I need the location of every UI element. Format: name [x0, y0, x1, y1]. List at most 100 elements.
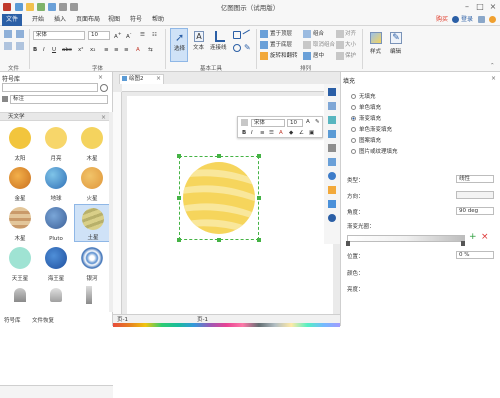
resize-handle[interactable]: [257, 154, 261, 158]
fill-option-pattern[interactable]: 图案填充: [351, 138, 381, 145]
shadow-panel-icon[interactable]: [328, 116, 336, 124]
pen-icon[interactable]: ✎: [244, 44, 252, 52]
login-link[interactable]: 登录: [461, 15, 473, 25]
menu-home[interactable]: 开始: [28, 14, 48, 26]
tab-symbol-library[interactable]: 符号库: [4, 316, 21, 324]
menu-page-layout[interactable]: 页面布局: [72, 14, 104, 26]
symbol-venus[interactable]: 金星: [2, 164, 38, 202]
resize-handle[interactable]: [177, 154, 181, 158]
symbol-earth[interactable]: 地球: [38, 164, 74, 202]
bullets-icon[interactable]: ☰: [140, 31, 145, 39]
float-italic-icon[interactable]: I: [251, 129, 253, 137]
float-grow-font-icon[interactable]: A: [306, 118, 310, 126]
library-header[interactable]: 天文学: [0, 112, 113, 121]
symbol-uranus[interactable]: 天王星: [2, 244, 38, 282]
menu-file[interactable]: 文件: [2, 14, 23, 26]
text-tool-button[interactable]: A 文本: [190, 28, 208, 62]
open-icon[interactable]: [26, 3, 34, 11]
rotate-flip-button[interactable]: 旋转和翻转: [270, 52, 298, 60]
symbol-galaxy[interactable]: 银河: [74, 244, 110, 282]
numbering-icon[interactable]: ☷: [152, 31, 157, 39]
float-style-icon[interactable]: ▣: [309, 129, 314, 137]
symbol-pluto[interactable]: Pluto: [38, 204, 74, 242]
float-font-color-icon[interactable]: A: [279, 129, 283, 137]
help-panel-icon[interactable]: [328, 214, 336, 222]
gradient-stop-handle[interactable]: [346, 241, 350, 246]
style-button[interactable]: 样式: [366, 28, 386, 62]
save-icon[interactable]: [37, 3, 45, 11]
direction-select[interactable]: [456, 191, 494, 199]
menu-help[interactable]: 帮助: [148, 14, 168, 26]
symbol-saturn[interactable]: 土星: [74, 204, 110, 242]
color-palette[interactable]: [113, 323, 340, 327]
format-painter-icon[interactable]: [241, 119, 248, 126]
ungroup-button[interactable]: 取消组合: [313, 41, 335, 49]
library-menu-icon[interactable]: [2, 96, 8, 102]
maximize-icon[interactable]: □: [475, 2, 485, 12]
rocket-icon[interactable]: [14, 288, 26, 302]
planet-shape[interactable]: [181, 158, 257, 238]
symbol-sun[interactable]: 太阳: [2, 124, 38, 162]
fill-option-image[interactable]: 图片或纹理填充: [351, 149, 398, 156]
symbol-search-input[interactable]: [2, 83, 98, 92]
symbol-mars[interactable]: 火星: [74, 164, 110, 202]
bold-icon[interactable]: B: [33, 46, 37, 54]
library-close-icon[interactable]: ×: [101, 114, 106, 121]
new-icon[interactable]: [15, 3, 23, 11]
undo-icon[interactable]: [59, 3, 67, 11]
ellipse-icon[interactable]: [233, 44, 241, 52]
float-fill-icon[interactable]: ◆: [289, 129, 293, 137]
line-icon[interactable]: [242, 29, 254, 41]
float-line-icon[interactable]: ∠: [299, 129, 304, 137]
line-panel-icon[interactable]: [328, 102, 336, 110]
float-align-icon[interactable]: ≡: [260, 129, 265, 137]
share-icon[interactable]: [478, 16, 485, 23]
satellite-icon[interactable]: [50, 288, 62, 302]
edit-button[interactable]: ✎ 编辑: [386, 28, 406, 62]
group-button[interactable]: 组合: [313, 30, 324, 38]
select-tool-button[interactable]: ➚ 选择: [170, 28, 188, 62]
symbol-jupiter[interactable]: 木星: [74, 124, 110, 162]
resize-handle[interactable]: [217, 154, 221, 158]
align-left-icon[interactable]: ≡: [104, 46, 109, 54]
new-doc-icon[interactable]: [4, 30, 12, 38]
font-color-icon[interactable]: A: [136, 46, 140, 54]
fill-panel-icon[interactable]: [328, 88, 336, 96]
align-center-icon[interactable]: ≡: [114, 46, 119, 54]
subscript-icon[interactable]: x₂: [90, 46, 95, 54]
shrink-font-icon[interactable]: A-: [126, 31, 131, 41]
fill-option-none[interactable]: 无填充: [351, 94, 376, 101]
fill-option-solid[interactable]: 单色填充: [351, 105, 381, 112]
image-panel-icon[interactable]: [328, 130, 336, 138]
label-field[interactable]: 标注: [10, 95, 108, 104]
symbol-neptune[interactable]: 海王星: [38, 244, 74, 282]
data-panel-icon[interactable]: [328, 200, 336, 208]
resize-handle[interactable]: [257, 196, 261, 200]
gradient-stop-handle[interactable]: [461, 241, 465, 246]
font-size-select[interactable]: 10: [88, 31, 110, 40]
float-size-select[interactable]: 10: [287, 119, 303, 127]
resize-handle[interactable]: [217, 238, 221, 242]
tab-file-recovery[interactable]: 文件恢复: [32, 316, 54, 324]
float-bullets-icon[interactable]: ☰: [269, 129, 274, 137]
float-bold-icon[interactable]: B: [242, 129, 246, 137]
print-icon[interactable]: [48, 3, 56, 11]
font-name-select[interactable]: 宋体: [33, 31, 85, 40]
open-doc-icon[interactable]: [16, 30, 24, 38]
fill-option-gradient[interactable]: 渐变填充: [351, 116, 381, 123]
shuttle-icon[interactable]: [86, 286, 92, 304]
resize-handle[interactable]: [177, 196, 181, 200]
fill-option-single-gradient[interactable]: 单色渐变填充: [351, 127, 392, 134]
gradient-bar[interactable]: [347, 235, 465, 242]
grow-font-icon[interactable]: A+: [114, 31, 122, 41]
redo-icon[interactable]: [70, 3, 78, 11]
superscript-icon[interactable]: x²: [78, 46, 83, 54]
position-input[interactable]: 0 %: [456, 251, 494, 259]
strikethrough-icon[interactable]: abc: [62, 46, 72, 54]
search-icon[interactable]: [100, 84, 108, 92]
collapse-ribbon-icon[interactable]: ⌃: [490, 62, 495, 70]
page-panel-icon[interactable]: [328, 158, 336, 166]
panel-close-icon[interactable]: ×: [98, 74, 103, 81]
align-right-icon[interactable]: ≡: [124, 46, 129, 54]
tab-close-icon[interactable]: ×: [156, 75, 161, 82]
